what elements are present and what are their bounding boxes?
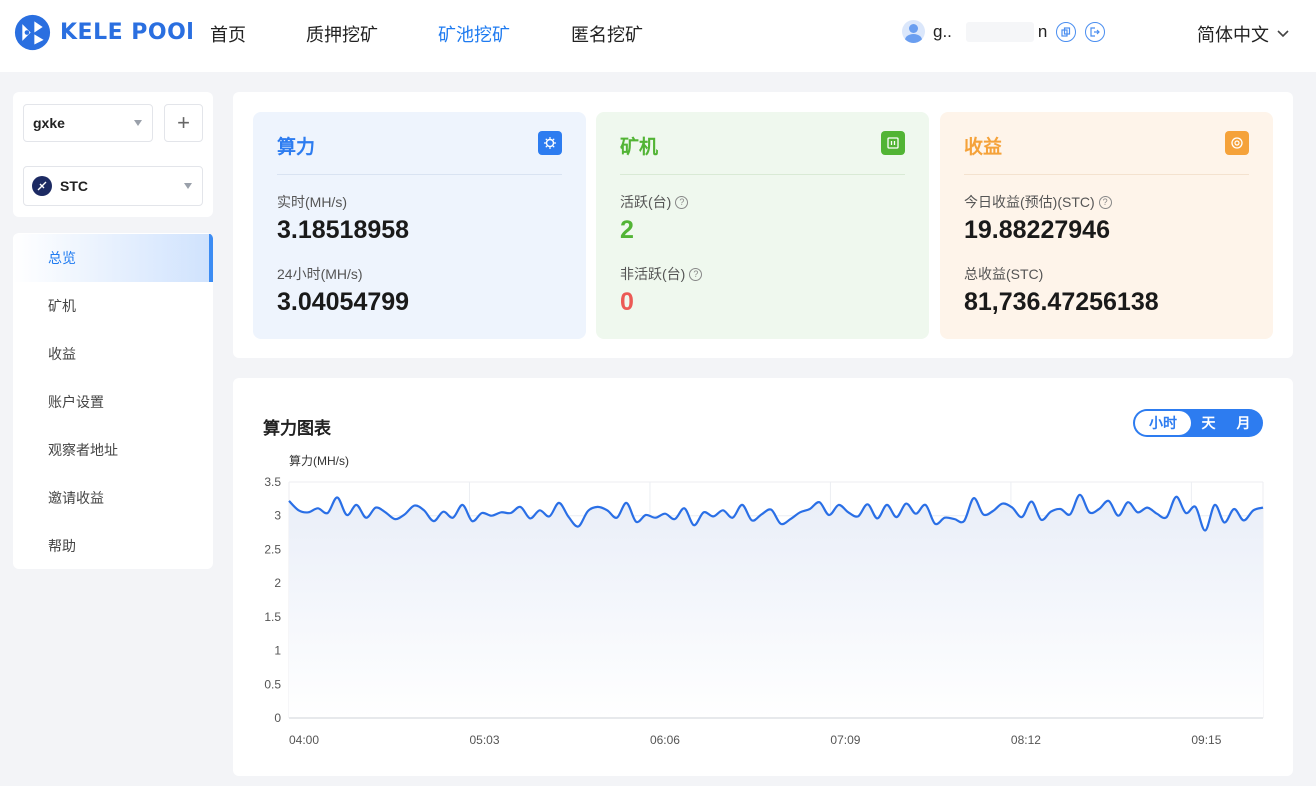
x-tick-label: 08:12 <box>1011 733 1041 747</box>
nav-anonymous-mining[interactable]: 匿名挖矿 <box>571 21 643 47</box>
logout-icon[interactable] <box>1085 21 1106 42</box>
today-income-value: 19.88227946 <box>964 216 1110 244</box>
total-income-value: 81,736.47256138 <box>964 288 1159 316</box>
logo[interactable]: KELE POOl <box>14 14 194 51</box>
total-income-label: 总收益(STC) <box>964 266 1044 282</box>
sidebar-item-overview[interactable]: 总览 <box>13 234 213 282</box>
caret-down-icon <box>134 120 142 126</box>
x-tick-label: 05:03 <box>469 733 499 747</box>
x-tick-label: 09:15 <box>1191 733 1221 747</box>
active-miners-value: 2 <box>620 216 634 244</box>
user-name-end: n <box>1037 21 1048 41</box>
avatar[interactable] <box>902 20 925 43</box>
divider <box>620 174 905 175</box>
y-tick-label: 3.5 <box>264 475 281 489</box>
account-selector-card: gxke + STC <box>13 92 213 217</box>
hashrate-title: 算力 <box>277 137 316 158</box>
copy-icon[interactable] <box>1056 21 1077 42</box>
coin-select-value: STC <box>60 178 88 194</box>
y-axis-label: 算力(MH/s) <box>289 453 349 468</box>
today-income-label: 今日收益(预估)(STC) ? <box>964 192 1112 212</box>
caret-down-icon <box>184 183 192 189</box>
y-tick-label: 1 <box>274 644 281 658</box>
active-miners-label-text: 活跃(台) <box>620 194 672 210</box>
account-select[interactable]: gxke <box>23 104 153 142</box>
top-header: KELE POOl 首页 质押挖矿 矿池挖矿 匿名挖矿 g.. n 简体中文 <box>0 0 1316 72</box>
chip-icon <box>538 131 562 155</box>
coin-icon <box>1225 131 1249 155</box>
help-icon[interactable]: ? <box>689 267 703 281</box>
language-label: 简体中文 <box>1197 25 1269 45</box>
sidebar-item-miners[interactable]: 矿机 <box>13 282 213 330</box>
divider <box>277 174 562 175</box>
x-tick-label: 04:00 <box>289 733 319 747</box>
realtime-hashrate-label: 实时(MH/s) <box>277 194 347 210</box>
hashrate-card: 算力 实时(MH/s) 3.18518958 24小时(MH/s) 3.0405… <box>253 112 586 339</box>
sidebar-item-watcher-address[interactable]: 观察者地址 <box>13 426 213 474</box>
sidebar-item-invite-earnings[interactable]: 邀请收益 <box>13 474 213 522</box>
logo-mark-icon <box>14 14 51 51</box>
help-icon[interactable]: ? <box>1098 195 1112 209</box>
stc-coin-icon <box>32 176 52 196</box>
nav-staking-mining[interactable]: 质押挖矿 <box>306 21 378 47</box>
y-tick-label: 1.5 <box>264 610 281 624</box>
active-miners-label: 活跃(台) ? <box>620 192 689 212</box>
sidebar-item-earnings[interactable]: 收益 <box>13 330 213 378</box>
miners-card: 矿机 活跃(台) ? 2 非活跃(台) ? 0 <box>596 112 929 339</box>
help-icon[interactable]: ? <box>675 195 689 209</box>
sidebar-item-help[interactable]: 帮助 <box>13 522 213 569</box>
today-income-label-text: 今日收益(预估)(STC) <box>964 194 1095 210</box>
income-title: 收益 <box>964 137 1003 158</box>
inactive-miners-value: 0 <box>620 288 634 316</box>
realtime-hashrate-value: 3.18518958 <box>277 216 410 244</box>
nav-pool-mining[interactable]: 矿池挖矿 <box>438 21 510 47</box>
stats-panel: 算力 实时(MH/s) 3.18518958 24小时(MH/s) 3.0405… <box>233 92 1293 358</box>
y-tick-label: 3 <box>274 509 281 523</box>
divider <box>964 174 1249 175</box>
hashrate-chart-panel: 算力图表 小时 天 月 算力(MH/s) 0 0.5 1 1.5 2 2.5 3 3.5 04:0… <box>233 378 1293 776</box>
hashrate-chart: 算力(MH/s) 0 0.5 1 1.5 2 2.5 3 3.5 04:00 05:03 06:06 0… <box>264 453 1264 747</box>
language-select[interactable]: 简体中文 <box>1197 21 1289 47</box>
logo-text: KELE POOl <box>60 20 195 45</box>
x-tick-label: 06:06 <box>650 733 680 747</box>
user-menu[interactable]: g.. n <box>902 20 1106 43</box>
add-account-button[interactable]: + <box>164 104 203 142</box>
series-area <box>289 494 1263 718</box>
user-name-start: g.. <box>933 21 952 41</box>
day-hashrate-value: 3.04054799 <box>277 288 410 316</box>
y-tick-label: 2.5 <box>264 542 281 556</box>
y-tick-label: 2 <box>274 576 281 590</box>
inactive-miners-label: 非活跃(台) ? <box>620 264 703 284</box>
account-select-value: gxke <box>33 115 65 131</box>
y-tick-label: 0 <box>274 711 281 725</box>
chevron-down-icon <box>1277 30 1289 38</box>
miners-title: 矿机 <box>620 137 659 158</box>
income-card: 收益 今日收益(预估)(STC) ? 19.88227946 总收益(STC) … <box>940 112 1273 339</box>
sidebar-menu: 总览 矿机 收益 账户设置 观察者地址 邀请收益 帮助 <box>13 233 213 569</box>
nav-home[interactable]: 首页 <box>210 21 246 47</box>
user-name-redacted <box>965 21 1034 42</box>
inactive-miners-label-text: 非活跃(台) <box>620 266 686 282</box>
y-tick-label: 0.5 <box>264 677 281 691</box>
miner-icon <box>881 131 905 155</box>
x-tick-label: 07:09 <box>830 733 860 747</box>
sidebar-item-account-settings[interactable]: 账户设置 <box>13 378 213 426</box>
coin-select[interactable]: STC <box>23 166 203 206</box>
day-hashrate-label: 24小时(MH/s) <box>277 266 363 282</box>
